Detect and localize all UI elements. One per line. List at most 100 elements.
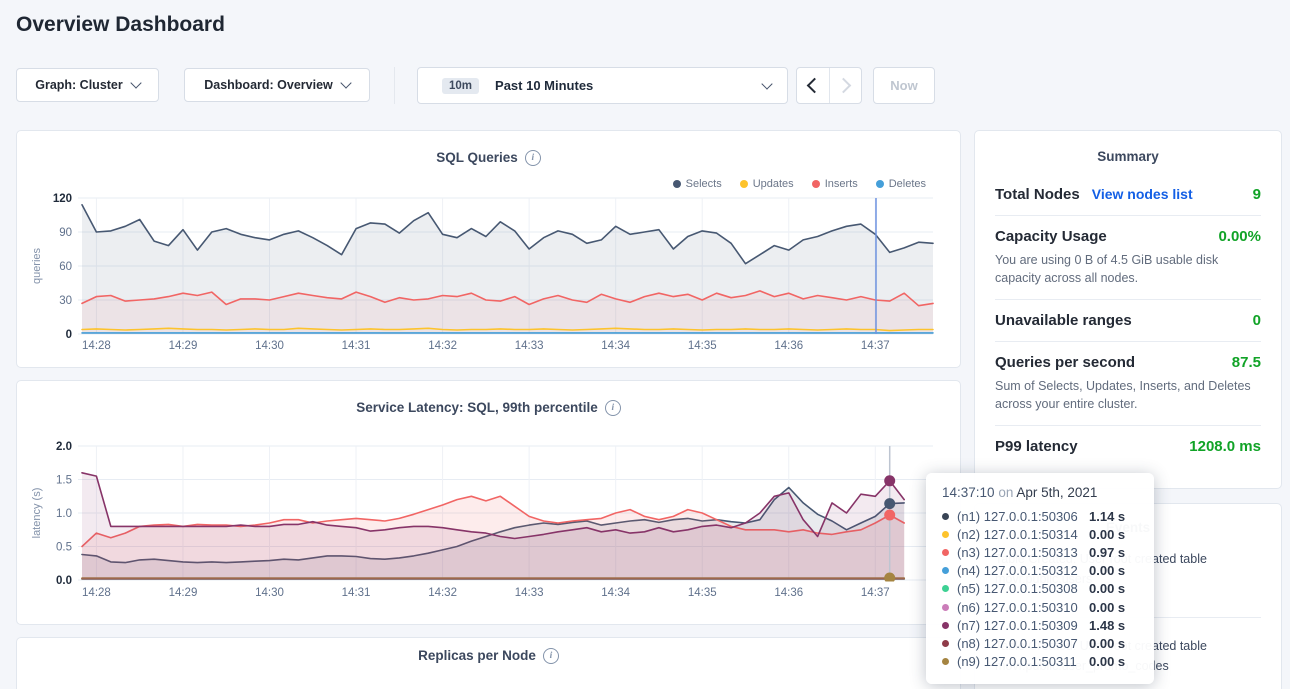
tooltip-node-value: 0.00 s [1089, 654, 1125, 669]
node-color-dot-icon [942, 622, 949, 629]
page-title: Overview Dashboard [16, 13, 225, 37]
legend-label: Inserts [825, 178, 858, 190]
summary-value: 0.00% [1218, 228, 1261, 245]
summary-label: P99 latency [995, 438, 1078, 455]
legend-item: Inserts [812, 178, 858, 190]
summary-value: 87.5 [1232, 354, 1261, 371]
tooltip-row: (n6) 127.0.0.1:503100.00 s [942, 598, 1154, 616]
tooltip-node-label: (n4) 127.0.0.1:50312 [957, 563, 1089, 578]
legend-item: Updates [740, 178, 794, 190]
summary-label: Capacity Usage [995, 228, 1107, 245]
tooltip-node-label: (n5) 127.0.0.1:50308 [957, 581, 1089, 596]
tooltip-node-value: 0.00 s [1089, 600, 1125, 615]
chart-title-text: Service Latency: SQL, 99th percentile [356, 400, 598, 415]
info-icon[interactable] [605, 400, 621, 416]
summary-value: 1208.0 ms [1189, 438, 1261, 455]
tooltip-row: (n2) 127.0.0.1:503140.00 s [942, 525, 1154, 543]
node-color-dot-icon [942, 549, 949, 556]
chart-title: SQL Queries [436, 150, 541, 166]
view-nodes-list-link[interactable]: View nodes list [1092, 186, 1193, 202]
summary-value: 0 [1253, 312, 1261, 329]
tooltip-node-value: 0.00 s [1089, 527, 1125, 542]
graph-dropdown-label: Graph: Cluster [35, 78, 123, 92]
summary-panel: Summary Total Nodes View nodes list 9 Capac… [974, 130, 1282, 489]
chevron-down-icon [761, 78, 772, 89]
tooltip-node-value: 0.00 s [1089, 563, 1125, 578]
time-preset-badge: 10m [442, 78, 479, 94]
node-color-dot-icon [942, 604, 949, 611]
summary-row: P99 latency 1208.0 ms [995, 425, 1261, 467]
summary-desc: You are using 0 B of 4.5 GiB usable disk… [995, 251, 1261, 287]
chart-title-text: Replicas per Node [418, 648, 536, 663]
chevron-right-icon [835, 78, 851, 94]
chevron-down-icon [340, 77, 351, 88]
chart-title: Replicas per Node [418, 648, 559, 664]
now-button[interactable]: Now [873, 67, 935, 104]
dashboard-dropdown[interactable]: Dashboard: Overview [184, 68, 370, 102]
chart-panel-service-latency: Service Latency: SQL, 99th percentile [16, 380, 961, 625]
tooltip-node-label: (n3) 127.0.0.1:50313 [957, 545, 1089, 560]
node-color-dot-icon [942, 658, 949, 665]
chart-title-row: Replicas per Node [17, 647, 960, 665]
tooltip-node-label: (n6) 127.0.0.1:50310 [957, 600, 1089, 615]
summary-desc: Sum of Selects, Updates, Inserts, and De… [995, 377, 1261, 413]
info-icon[interactable] [543, 648, 559, 664]
overview-dashboard-page: Overview Dashboard Graph: Cluster Dashbo… [0, 0, 1290, 689]
summary-value: 9 [1253, 186, 1261, 203]
dashboard-dropdown-label: Dashboard: Overview [204, 78, 333, 92]
tooltip-node-label: (n7) 127.0.0.1:50309 [957, 618, 1089, 633]
summary-row: Capacity Usage 0.00% You are using 0 B of … [995, 215, 1261, 299]
legend-label: Deletes [889, 178, 926, 190]
tooltip-node-value: 1.14 s [1089, 509, 1125, 524]
tooltip-node-label: (n1) 127.0.0.1:50306 [957, 509, 1089, 524]
chart-legend: Selects Updates Inserts Deletes [673, 178, 926, 190]
tooltip-row: (n4) 127.0.0.1:503120.00 s [942, 562, 1154, 580]
chart-title: Service Latency: SQL, 99th percentile [356, 400, 621, 416]
time-range-arrows [796, 67, 862, 104]
legend-swatch-icon [740, 180, 748, 188]
node-color-dot-icon [942, 531, 949, 538]
legend-label: Selects [686, 178, 722, 190]
summary-heading: Summary [995, 149, 1261, 164]
chart-title-text: SQL Queries [436, 150, 518, 165]
tooltip-node-label: (n9) 127.0.0.1:50311 [957, 654, 1089, 669]
tooltip-node-value: 0.97 s [1089, 545, 1125, 560]
legend-swatch-icon [876, 180, 884, 188]
chart-title-row: SQL Queries [17, 149, 960, 167]
summary-label: Unavailable ranges [995, 312, 1132, 329]
node-color-dot-icon [942, 640, 949, 647]
legend-item: Selects [673, 178, 722, 190]
tooltip-node-label: (n2) 127.0.0.1:50314 [957, 527, 1089, 542]
tooltip-node-value: 0.00 s [1089, 636, 1125, 651]
tooltip-time: 14:37:10 [942, 485, 995, 500]
next-range-button[interactable] [830, 68, 862, 103]
prev-range-button[interactable] [797, 68, 830, 103]
node-color-dot-icon [942, 567, 949, 574]
node-color-dot-icon [942, 513, 949, 520]
summary-label: Total Nodes [995, 186, 1080, 203]
summary-row: Unavailable ranges 0 [995, 299, 1261, 341]
legend-label: Updates [753, 178, 794, 190]
tooltip-row: (n5) 127.0.0.1:503080.00 s [942, 580, 1154, 598]
legend-swatch-icon [812, 180, 820, 188]
tooltip-row: (n9) 127.0.0.1:503110.00 s [942, 653, 1154, 671]
chart-title-row: Service Latency: SQL, 99th percentile [17, 399, 960, 417]
summary-rows: Total Nodes View nodes list 9 Capacity Usag… [995, 174, 1261, 467]
chevron-down-icon [130, 77, 141, 88]
summary-row: Total Nodes View nodes list 9 [995, 174, 1261, 215]
graph-dropdown[interactable]: Graph: Cluster [16, 68, 159, 102]
tooltip-on: on [995, 485, 1017, 500]
tooltip-row: (n3) 127.0.0.1:503130.97 s [942, 543, 1154, 561]
legend-item: Deletes [876, 178, 926, 190]
tooltip-row: (n8) 127.0.0.1:503070.00 s [942, 634, 1154, 652]
legend-swatch-icon [673, 180, 681, 188]
info-icon[interactable] [525, 150, 541, 166]
toolbar-divider [394, 67, 395, 104]
tooltip-node-value: 1.48 s [1089, 618, 1125, 633]
tooltip-node-value: 0.00 s [1089, 581, 1125, 596]
time-range-label: Past 10 Minutes [495, 78, 593, 93]
hover-tooltip: 14:37:10 on Apr 5th, 2021 (n1) 127.0.0.1… [926, 473, 1154, 684]
time-range-selector[interactable]: 10m Past 10 Minutes [417, 67, 788, 104]
tooltip-row: (n1) 127.0.0.1:503061.14 s [942, 507, 1154, 525]
chart-panel-sql-queries: SQL Queries Selects Updates Inserts Deletes [16, 130, 961, 368]
